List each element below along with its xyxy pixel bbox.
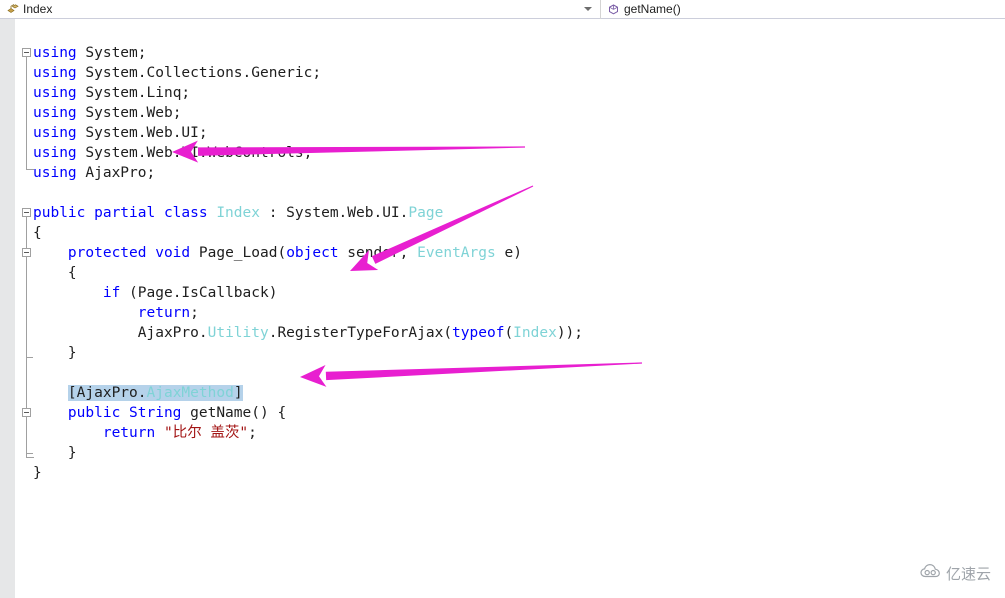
code-line: } <box>33 443 77 463</box>
code-token: (Page.IsCallback) <box>120 285 278 301</box>
code-token: AjaxMethod <box>146 385 234 401</box>
code-text-area[interactable]: using System; using System.Collections.Ge… <box>0 19 1005 598</box>
code-token: System.Web.UI.WebControls; <box>85 145 313 161</box>
code-line: return "比尔 盖茨"; <box>33 423 257 443</box>
code-line: using System; <box>33 43 147 63</box>
code-token: { <box>33 225 42 241</box>
code-token: using <box>33 145 86 161</box>
code-line: [AjaxPro.AjaxMethod] <box>33 383 243 403</box>
code-token: public partial class <box>33 205 217 221</box>
code-token: using <box>33 125 86 141</box>
class-icon <box>6 3 19 16</box>
code-line: using System.Web.UI; <box>33 123 208 143</box>
code-line: using System.Collections.Generic; <box>33 63 321 83</box>
code-editor[interactable]: using System; using System.Collections.Ge… <box>0 19 1005 598</box>
code-token: e) <box>495 245 522 261</box>
code-token: Index <box>513 325 557 341</box>
editor-navigation-bar: Index getName() <box>0 0 1005 19</box>
code-line: return; <box>33 303 199 323</box>
code-line: } <box>33 463 42 483</box>
code-token: .RegisterTypeForAjax( <box>268 325 453 341</box>
type-dropdown[interactable]: Index <box>0 0 600 19</box>
type-dropdown-value: Index <box>23 1 53 16</box>
member-dropdown[interactable]: getName() <box>600 0 1005 19</box>
code-token: AjaxPro. <box>33 325 208 341</box>
code-token: Page_Load( <box>198 245 287 261</box>
code-token: ( <box>504 325 514 341</box>
method-icon <box>607 3 620 16</box>
code-token: System.Web; <box>85 105 182 121</box>
code-token: using <box>33 105 86 121</box>
code-line: public String getName() { <box>33 403 286 423</box>
code-token: "比尔 盖茨" <box>163 425 249 441</box>
code-line: using System.Web; <box>33 103 181 123</box>
code-token: typeof <box>452 325 505 341</box>
watermark-text: 亿速云 <box>945 565 991 583</box>
code-line: } <box>33 343 77 363</box>
code-line: { <box>33 223 42 243</box>
code-token: ; <box>190 305 199 321</box>
code-token: )); <box>556 325 584 341</box>
code-line: AjaxPro.Utility.RegisterTypeForAjax(type… <box>33 323 583 343</box>
code-token: Page <box>408 205 444 221</box>
code-token: using <box>33 45 86 61</box>
code-line: using System.Linq; <box>33 83 190 103</box>
code-token: System.Web.UI; <box>85 125 208 141</box>
code-token: using <box>33 85 86 101</box>
code-token: return <box>102 425 156 441</box>
code-token: getName() { <box>190 405 287 421</box>
code-token: EventArgs <box>417 245 496 261</box>
code-token: return <box>137 305 191 321</box>
code-token: Utility <box>207 325 269 341</box>
code-token: if <box>102 285 121 301</box>
code-token: } <box>33 445 77 461</box>
code-token: using <box>33 165 86 181</box>
code-line: using AjaxPro; <box>33 163 155 183</box>
code-line: public partial class Index : System.Web.… <box>33 203 443 223</box>
code-token: using <box>33 65 86 81</box>
member-dropdown-value: getName() <box>624 1 681 16</box>
code-token: object <box>286 245 339 261</box>
code-token: } <box>33 345 77 361</box>
code-line: using System.Web.UI.WebControls; <box>33 143 312 163</box>
chevron-down-icon[interactable] <box>584 6 592 11</box>
code-line: { <box>33 263 77 283</box>
code-token: protected void <box>67 245 199 261</box>
code-token: Index <box>216 205 260 221</box>
code-token: System; <box>85 45 147 61</box>
code-token: ] <box>233 385 243 401</box>
code-line: if (Page.IsCallback) <box>33 283 278 303</box>
code-token: ; <box>248 425 257 441</box>
code-token: public String <box>67 405 191 421</box>
cloud-icon <box>920 563 942 584</box>
code-token: { <box>33 265 77 281</box>
code-token: System.Linq; <box>85 85 191 101</box>
code-token: AjaxPro; <box>85 165 156 181</box>
code-token: } <box>33 465 42 481</box>
code-token: sender, <box>338 245 418 261</box>
code-token: [AjaxPro. <box>67 385 147 401</box>
watermark: 亿速云 <box>920 563 991 584</box>
code-token: System.Collections.Generic; <box>85 65 322 81</box>
code-token: : System.Web.UI. <box>259 205 409 221</box>
code-line: protected void Page_Load(object sender, … <box>33 243 522 263</box>
